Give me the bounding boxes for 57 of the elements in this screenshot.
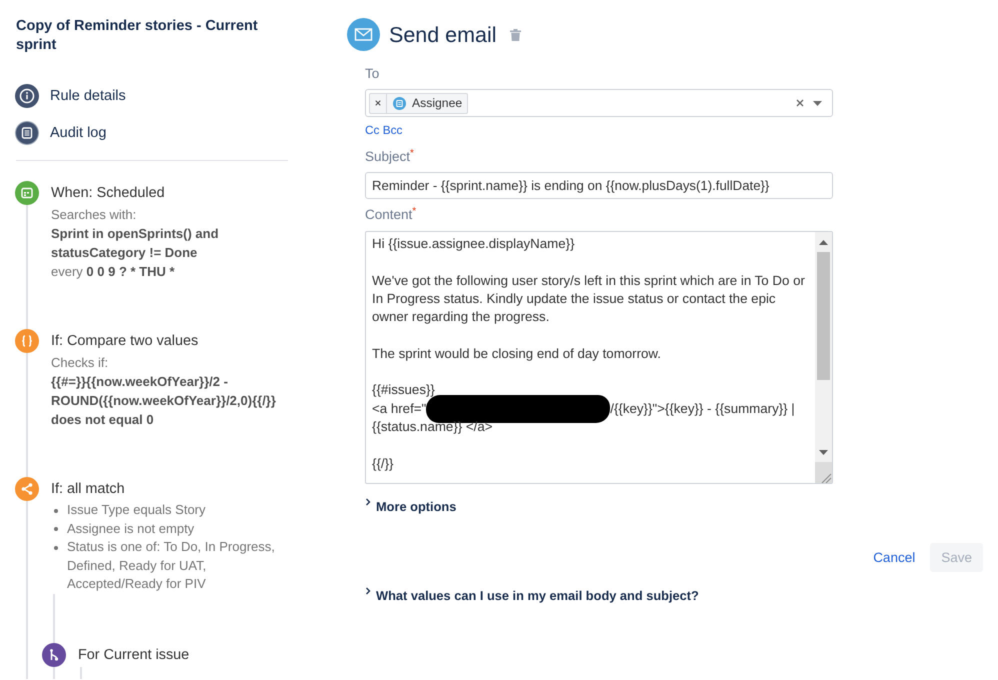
recipient-field[interactable]: Assignee (365, 89, 833, 117)
content-text: {{status.name}} </a> (372, 418, 493, 436)
document-icon (393, 96, 406, 110)
timeline-line (53, 666, 55, 678)
cc-bcc-link[interactable]: Cc Bcc (365, 122, 402, 138)
schedule-text: every 0 0 9 ? * THU * (51, 263, 176, 281)
content-field[interactable] (365, 231, 833, 484)
envelope-icon (347, 18, 380, 51)
resize-grip-icon[interactable] (815, 462, 832, 483)
scroll-down-icon[interactable] (819, 450, 828, 454)
scroll-up-icon[interactable] (819, 240, 828, 244)
content-text: Hi {{issue.assignee.displayName}} (372, 235, 575, 253)
condition-text: Assignee is not empty (67, 520, 194, 538)
connector-line (53, 594, 55, 642)
bullet-icon (54, 527, 58, 531)
detail-value: does not equal 0 (51, 411, 155, 429)
condition-text: Issue Type equals Story (67, 501, 206, 519)
caret-icon[interactable] (813, 100, 822, 106)
scrollbar[interactable] (815, 232, 832, 462)
close-icon[interactable] (796, 99, 804, 107)
action-title: Send email (389, 22, 497, 48)
nav-link[interactable]: Audit log (15, 121, 106, 145)
content-text: We've got the following user story/s left in this sprint which are in To Do or In Progress status. Kindly update the issue status or contact the epic owner regarding the progress. (372, 272, 805, 326)
detail-label: Searches with: (51, 206, 138, 224)
detail-label: Checks if: (51, 354, 110, 372)
step-title[interactable]: When: Scheduled (51, 181, 165, 205)
recipient-chip[interactable]: Assignee (369, 92, 468, 114)
fork-icon (42, 642, 66, 666)
content-text: {{#issues}} (372, 381, 435, 400)
condition-text: Status is one of: To Do, In Progress, Defined, Ready for UAT, Accepted/Ready for PIV (67, 538, 276, 593)
cancel-button[interactable]: Cancel (873, 548, 916, 566)
help-toggle[interactable]: What values can I use in my email body and subject? (365, 587, 699, 605)
more-options-toggle[interactable]: More options (365, 498, 456, 516)
scrollbar-thumb[interactable] (817, 252, 830, 380)
content-text: The sprint would be closing end of day tomorrow. (372, 344, 661, 363)
step-title[interactable]: For Current issue (78, 642, 190, 666)
calendar-icon (15, 181, 39, 205)
subject-field[interactable]: Reminder - {{sprint.name}} is ending on {{now.plusDays(1).fullDate}} (365, 172, 833, 199)
content-text: /{{key}}">{{key}} - {{summary}} | (610, 400, 795, 418)
nav-link[interactable]: Rule details (15, 84, 126, 108)
field-label: Content$^{*}$ (365, 206, 416, 224)
close-icon (375, 100, 381, 106)
step-title[interactable]: If: all match (51, 477, 125, 501)
bullet-icon (54, 546, 58, 550)
content-text: <a href=" (372, 400, 426, 418)
step-title[interactable]: If: Compare two values (51, 329, 198, 353)
rule-title: Copy of Reminder stories - Current sprint (16, 17, 259, 55)
info-icon (15, 84, 39, 108)
bullet-icon (54, 508, 58, 512)
share-icon (15, 477, 39, 501)
braces-icon (15, 329, 39, 353)
field-label: Subject$^{*}$ (365, 148, 414, 166)
content-text: {{/}} (372, 454, 394, 473)
list-icon (15, 121, 39, 145)
detail-value: Sprint in openSprints() and statusCategory != Done (51, 225, 220, 262)
field-label: To (365, 65, 380, 83)
connector-line (80, 666, 82, 678)
